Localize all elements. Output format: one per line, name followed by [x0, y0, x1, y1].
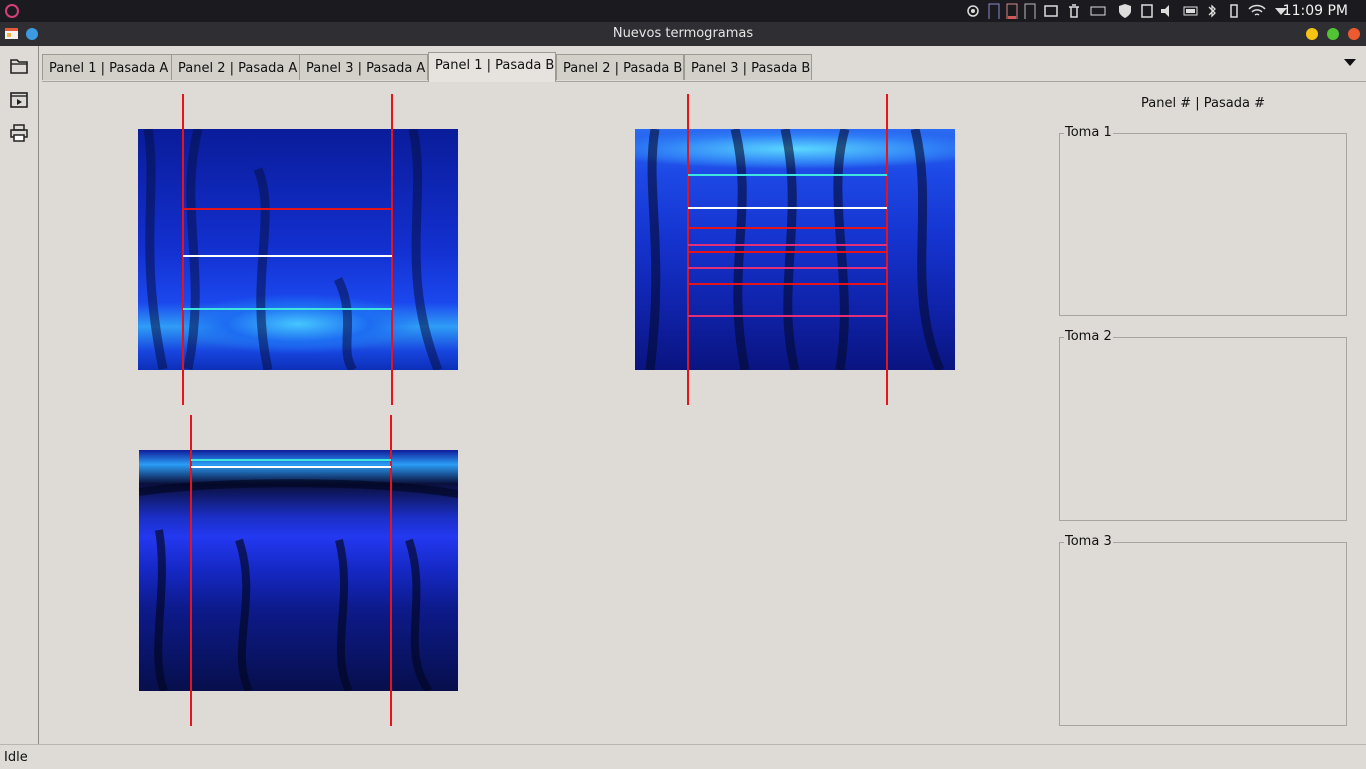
thermogram-3-cables [139, 479, 458, 691]
status-text: Idle [4, 750, 28, 765]
marker-horizontal-line[interactable] [688, 315, 887, 317]
battery-icon[interactable] [1183, 3, 1199, 19]
memory-monitor-icon[interactable] [1006, 3, 1018, 19]
tab-panel3-pasada-b[interactable]: Panel 3 | Pasada B [684, 54, 812, 80]
panel-pass-header: Panel # | Pasada # [1141, 96, 1265, 111]
clipboard-icon[interactable] [1141, 3, 1153, 19]
status-bar: Idle [0, 744, 1366, 769]
app-launcher-icon[interactable] [4, 3, 20, 19]
minimize-button[interactable] [1306, 28, 1318, 40]
marker-vertical-line[interactable] [886, 94, 888, 405]
maximize-button[interactable] [1327, 28, 1339, 40]
keyboard-icon[interactable] [1090, 3, 1106, 19]
thermogram-2[interactable] [635, 129, 955, 370]
thermogram-1[interactable] [138, 129, 458, 370]
thermogram-2-cables [645, 129, 945, 370]
left-toolbar [0, 46, 39, 744]
trash-icon[interactable] [1067, 3, 1081, 19]
marker-horizontal-line[interactable] [688, 207, 887, 209]
toma-1-label: Toma 1 [1064, 125, 1113, 140]
thermogram-3[interactable] [139, 450, 458, 691]
volume-icon[interactable] [1160, 3, 1176, 19]
marker-horizontal-line[interactable] [688, 267, 887, 269]
marker-horizontal-line[interactable] [688, 174, 887, 176]
tab-panel2-pasada-b[interactable]: Panel 2 | Pasada B [556, 54, 684, 80]
toma-3-label: Toma 3 [1064, 534, 1113, 549]
wifi-icon[interactable] [1248, 3, 1266, 19]
marker-vertical-line[interactable] [190, 415, 192, 726]
swap-monitor-icon[interactable] [1024, 3, 1036, 19]
tab-bar: Panel 1 | Pasada A Panel 2 | Pasada A Pa… [42, 52, 1366, 82]
print-icon[interactable] [9, 123, 29, 143]
open-folder-icon[interactable] [9, 56, 29, 76]
clock[interactable]: 11:09 PM [1283, 3, 1348, 19]
marker-vertical-line[interactable] [182, 94, 184, 405]
toma-2-label: Toma 2 [1064, 329, 1113, 344]
thermogram-1-cables [143, 129, 443, 370]
marker-horizontal-line[interactable] [183, 255, 392, 257]
shield-icon[interactable] [1118, 3, 1132, 19]
marker-horizontal-line[interactable] [688, 283, 887, 285]
marker-horizontal-line[interactable] [191, 459, 391, 461]
system-top-bar: 11:09 PM [0, 0, 1366, 22]
tab-list-dropdown-icon[interactable] [1344, 59, 1356, 66]
close-button[interactable] [1348, 28, 1360, 40]
marker-vertical-line[interactable] [687, 94, 689, 405]
window-title: Nuevos termogramas [612, 26, 754, 41]
bluetooth-icon[interactable] [1207, 3, 1217, 19]
marker-horizontal-line[interactable] [688, 227, 887, 229]
toma-2-group: Toma 2 [1059, 329, 1347, 521]
marker-vertical-line[interactable] [391, 94, 393, 405]
tab-panel3-pasada-a[interactable]: Panel 3 | Pasada A [299, 54, 428, 80]
usb-icon[interactable] [1228, 3, 1240, 19]
window-icon[interactable] [1044, 3, 1058, 19]
marker-horizontal-line[interactable] [183, 208, 392, 210]
cpu-monitor-icon[interactable] [988, 3, 1000, 19]
tab-panel1-pasada-b[interactable]: Panel 1 | Pasada B [428, 52, 556, 82]
marker-horizontal-line[interactable] [688, 251, 887, 253]
marker-horizontal-line[interactable] [183, 308, 392, 310]
record-icon[interactable] [966, 3, 980, 19]
window-title-bar: Nuevos termogramas [0, 22, 1366, 46]
marker-vertical-line[interactable] [390, 415, 392, 726]
tab-panel1-pasada-a[interactable]: Panel 1 | Pasada A [42, 54, 172, 80]
marker-horizontal-line[interactable] [688, 244, 887, 246]
run-icon[interactable] [9, 90, 29, 110]
toma-3-group: Toma 3 [1059, 534, 1347, 726]
marker-horizontal-line[interactable] [191, 466, 391, 468]
tab-panel2-pasada-a[interactable]: Panel 2 | Pasada A [171, 54, 300, 80]
toma-1-group: Toma 1 [1059, 125, 1347, 316]
